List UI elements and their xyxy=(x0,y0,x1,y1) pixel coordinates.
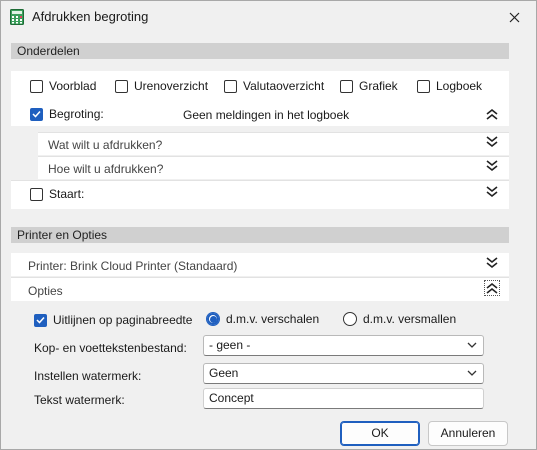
check-icon xyxy=(32,110,41,118)
radio-versmallen[interactable]: d.m.v. versmallen xyxy=(343,312,456,326)
ok-button[interactable]: OK xyxy=(340,421,420,446)
staart-panel xyxy=(11,180,509,209)
close-button[interactable] xyxy=(492,1,536,33)
checkbox-voorblad[interactable]: Voorblad xyxy=(30,79,96,93)
checkbox-label: Grafiek xyxy=(359,79,398,93)
tekst-watermerk-input[interactable]: Concept xyxy=(203,388,484,409)
chevron-down-icon xyxy=(467,370,477,376)
radio-label: d.m.v. versmallen xyxy=(363,312,457,326)
tekst-watermerk-value: Concept xyxy=(209,391,254,405)
checkbox-box[interactable] xyxy=(30,79,43,93)
checkbox-label: Begroting: xyxy=(49,107,104,121)
chevron-double-up-icon[interactable] xyxy=(485,107,499,121)
kop-voet-label: Kop- en voettekstenbestand: xyxy=(34,341,187,355)
checkbox-logboek[interactable]: Logboek xyxy=(417,79,482,93)
radio-label: d.m.v. verschalen xyxy=(226,312,320,326)
section-onderdelen: Onderdelen xyxy=(11,43,509,59)
hoe-afdrukken-label: Hoe wilt u afdrukken? xyxy=(48,162,164,176)
checkbox-urenoverzicht[interactable]: Urenoverzicht xyxy=(115,79,208,93)
checkbox-valutaoverzicht[interactable]: Valutaoverzicht xyxy=(224,79,324,93)
chevron-double-down-icon[interactable] xyxy=(485,135,499,149)
chevron-double-up-icon xyxy=(486,282,498,294)
watermerk-value: Geen xyxy=(209,366,239,380)
chevron-double-down-icon[interactable] xyxy=(485,159,499,173)
checkbox-label: Valutaoverzicht xyxy=(243,79,325,93)
chevron-double-down-icon[interactable] xyxy=(485,256,499,270)
checkbox-staart[interactable]: Staart: xyxy=(30,187,84,201)
checkbox-label: Logboek xyxy=(436,79,483,93)
watermerk-label: Instellen watermerk: xyxy=(34,369,142,383)
check-icon xyxy=(36,316,45,324)
kop-voet-select[interactable]: - geen - xyxy=(203,335,484,356)
checkbox-begroting[interactable]: Begroting: xyxy=(30,107,104,121)
checkbox-box[interactable] xyxy=(115,79,128,93)
chevron-down-icon xyxy=(467,342,477,348)
window-title: Afdrukken begroting xyxy=(32,9,149,24)
watermerk-select[interactable]: Geen xyxy=(203,363,484,384)
tekst-watermerk-label: Tekst watermerk: xyxy=(34,393,125,407)
checkbox-box[interactable] xyxy=(34,313,47,327)
checkbox-box[interactable] xyxy=(30,107,43,121)
radio-dot[interactable] xyxy=(343,312,357,326)
log-status-text: Geen meldingen in het logboek xyxy=(183,108,350,122)
print-dialog: Afdrukken begroting Onderdelen Voorblad … xyxy=(0,0,537,450)
checkbox-box[interactable] xyxy=(340,79,353,93)
opties-label: Opties xyxy=(28,284,63,298)
checkbox-label: Uitlijnen op paginabreedte xyxy=(53,313,193,327)
checkbox-label: Voorblad xyxy=(49,79,97,93)
title-bar: Afdrukken begroting xyxy=(1,1,536,33)
checkbox-box[interactable] xyxy=(30,187,43,201)
section-printer-opties: Printer en Opties xyxy=(11,227,509,243)
annuleren-button[interactable]: Annuleren xyxy=(428,421,508,446)
kop-voet-value: - geen - xyxy=(209,338,251,352)
radio-verschalen[interactable]: d.m.v. verschalen xyxy=(206,312,319,326)
checkbox-label: Urenoverzicht xyxy=(134,79,209,93)
checkbox-label: Staart: xyxy=(49,187,85,201)
printer-label: Printer: Brink Cloud Printer (Standaard) xyxy=(28,259,238,273)
opties-row[interactable] xyxy=(11,277,509,301)
checkbox-uitlijnen[interactable]: Uitlijnen op paginabreedte xyxy=(34,313,192,327)
checkbox-box[interactable] xyxy=(417,79,430,93)
opties-toggle[interactable] xyxy=(484,280,500,296)
chevron-double-down-icon[interactable] xyxy=(485,185,499,199)
radio-dot[interactable] xyxy=(206,312,220,326)
close-icon xyxy=(509,12,519,22)
calculator-icon xyxy=(10,9,24,25)
wat-afdrukken-label: Wat wilt u afdrukken? xyxy=(48,138,163,152)
checkbox-box[interactable] xyxy=(224,79,237,93)
checkbox-grafiek[interactable]: Grafiek xyxy=(340,79,398,93)
